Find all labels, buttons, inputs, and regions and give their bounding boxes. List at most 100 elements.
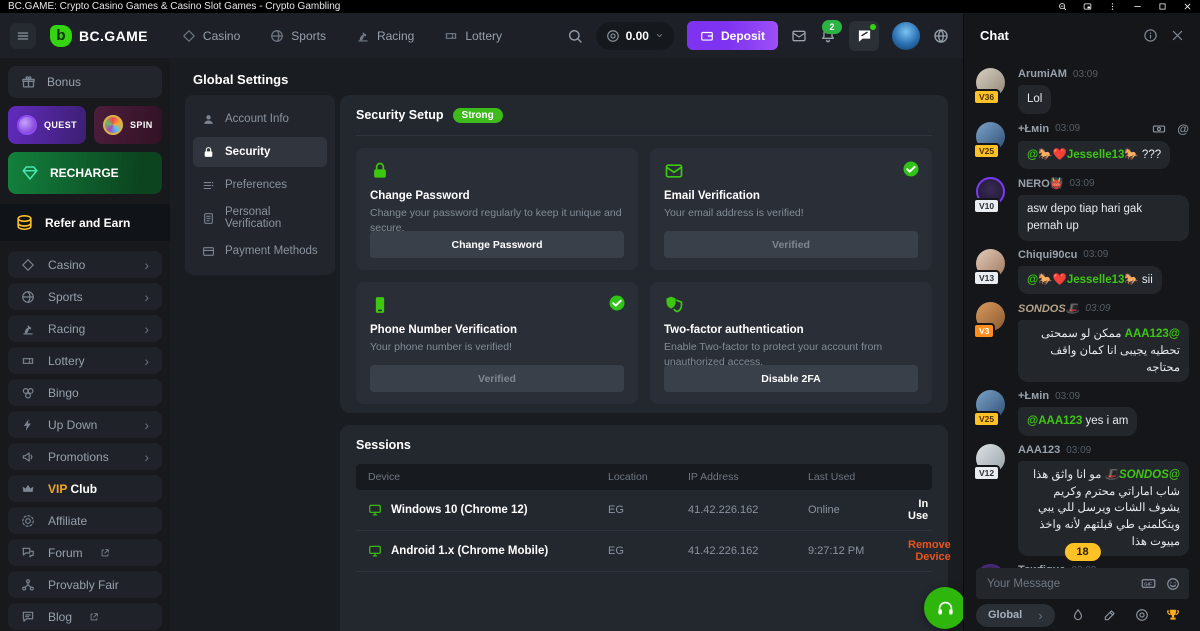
sidebar-item-bingo[interactable]: Bingo [8, 379, 162, 406]
mention-at-icon[interactable]: @ [1177, 122, 1189, 136]
chat-username[interactable]: Chiqui90cu 03:09 [1018, 249, 1189, 261]
settings-tab-personal-verification[interactable]: Personal Verification [193, 203, 327, 233]
live-support-button[interactable] [924, 587, 963, 629]
chevron-right-icon: › [144, 322, 149, 336]
ball-icon [21, 290, 35, 304]
chat-username[interactable]: ArumiAM 03:09 [1018, 68, 1189, 80]
nav-lottery[interactable]: Lottery [444, 29, 502, 43]
chat-username[interactable]: AAA123 03:09 [1018, 444, 1189, 456]
change-password-button[interactable]: Change Password [370, 231, 624, 258]
refer-and-earn[interactable]: Refer and Earn [0, 204, 170, 241]
chat-bubble-icon [857, 28, 872, 43]
spin-tile[interactable]: SPIN [94, 106, 162, 144]
vip-level-badge: V13 [973, 270, 1000, 286]
online-dot [870, 24, 876, 30]
bcgame-logo[interactable]: b BC.GAME [50, 25, 148, 47]
coin-icon[interactable] [1135, 608, 1149, 622]
pencil-icon[interactable] [1103, 608, 1117, 622]
session-row: Android 1.x (Chrome Mobile) EG 41.42.226… [356, 531, 932, 572]
chat-username[interactable]: +Łмin 03:09 [1018, 390, 1189, 402]
settings-tab-account-info[interactable]: Account Info [193, 104, 327, 134]
search-icon[interactable] [567, 28, 583, 44]
deposit-button[interactable]: Deposit [687, 21, 778, 50]
browser-menu-icon[interactable] [1108, 2, 1117, 11]
window-title: BC.GAME: Crypto Casino Games & Casino Sl… [8, 1, 1058, 12]
chat-info-icon[interactable] [1143, 28, 1158, 43]
vip-level-badge: V12 [973, 465, 1000, 481]
user-avatar[interactable] [892, 22, 920, 50]
disable-2fa-button[interactable]: Disable 2FA [664, 365, 918, 392]
remove-device-button[interactable]: Remove Device [908, 539, 951, 563]
vip-level-badge: V25 [973, 143, 1000, 159]
emoji-icon[interactable] [1166, 577, 1180, 591]
rain-drop-icon[interactable] [1071, 608, 1085, 622]
sidebar-item-blog[interactable]: Blog [8, 603, 162, 630]
sidebar-item-affiliate[interactable]: Affiliate [8, 507, 162, 534]
chat-bubble: asw depo tiap hari gak pernah up [1018, 195, 1189, 240]
col-location: Location [608, 471, 688, 483]
chevron-right-icon: › [144, 290, 149, 304]
ticket-icon [444, 29, 458, 43]
notifications-button[interactable]: 2 [820, 27, 836, 45]
email-verification-card: Email Verification Your email address is… [650, 148, 932, 270]
settings-tab-preferences[interactable]: Preferences [193, 170, 327, 200]
external-link-icon [89, 610, 99, 624]
chat-username[interactable]: +Łмin 03:09 @ [1018, 122, 1189, 136]
bingo-balls-icon [21, 386, 35, 400]
nav-racing[interactable]: Racing [356, 29, 414, 43]
page-title: Global Settings [193, 72, 288, 87]
settings-tab-security[interactable]: Security [193, 137, 327, 167]
mail-icon[interactable] [791, 28, 807, 44]
sidebar-item-promotions[interactable]: Promotions › [8, 443, 162, 470]
phone-verified-button[interactable]: Verified [370, 365, 624, 392]
language-globe-icon[interactable] [933, 28, 949, 44]
quest-tile[interactable]: QUEST [8, 106, 86, 144]
chat-message-input[interactable] [985, 577, 1131, 591]
email-verified-button[interactable]: Verified [664, 231, 918, 258]
unread-count-pill[interactable]: 18 [1064, 543, 1100, 561]
balance-selector[interactable]: 0.00 [596, 22, 674, 50]
picture-in-picture-icon[interactable] [1083, 2, 1092, 11]
gif-icon[interactable] [1139, 576, 1158, 591]
sidebar-item-forum[interactable]: Forum [8, 539, 162, 566]
chat-username[interactable]: SONDOS🎩 03:09 [1018, 302, 1189, 315]
minimize-icon[interactable] [1133, 2, 1142, 11]
close-window-icon[interactable] [1183, 2, 1192, 11]
card-description: Your phone number is verified! [370, 340, 624, 355]
recharge-banner[interactable]: RECHARGE [8, 152, 162, 194]
nav-sports[interactable]: Sports [270, 29, 326, 43]
trophy-icon[interactable] [1166, 608, 1180, 622]
coin-icon [606, 29, 620, 43]
strength-badge: Strong [453, 108, 503, 123]
sidebar-item-provably-fair[interactable]: Provably Fair [8, 571, 162, 598]
chat-message: V36 ArumiAM 03:09 Lol [976, 68, 1189, 114]
chat-toggle-button[interactable] [849, 21, 879, 51]
sidebar-item-lottery[interactable]: Lottery › [8, 347, 162, 374]
zoom-out-icon[interactable] [1058, 2, 1067, 11]
sidebar-item-casino[interactable]: Casino › [8, 251, 162, 278]
sidebar-item-sports[interactable]: Sports › [8, 283, 162, 310]
location-cell: EG [608, 504, 688, 516]
maximize-icon[interactable] [1158, 2, 1167, 11]
sidebar-item-vip-club[interactable]: VIP Club [8, 475, 162, 502]
monitor-icon [368, 544, 382, 558]
monitor-icon [368, 503, 382, 517]
sidebar-toggle-button[interactable] [10, 23, 36, 49]
window-controls [1058, 2, 1192, 11]
sidebar-item-racing[interactable]: Racing › [8, 315, 162, 342]
sidebar-item-bonus[interactable]: Bonus [8, 66, 162, 98]
tip-money-icon[interactable] [1152, 122, 1166, 136]
vip-level-badge: V10 [973, 198, 1000, 214]
sidebar-item-updown[interactable]: Up Down › [8, 411, 162, 438]
chat-close-icon[interactable] [1170, 28, 1185, 43]
session-row: Windows 10 (Chrome 12) EG 41.42.226.162 … [356, 490, 932, 531]
settings-tab-payment-methods[interactable]: Payment Methods [193, 236, 327, 266]
chat-username[interactable]: NERO👹 03:09 [1018, 177, 1189, 190]
chat-channel-selector[interactable]: Global › [976, 604, 1055, 627]
nav-casino[interactable]: Casino [182, 29, 240, 43]
chevron-right-icon: › [144, 450, 149, 464]
chevron-right-icon: › [1038, 608, 1042, 623]
chat-timestamp: 03:09 [1055, 391, 1080, 402]
check-circle-icon [902, 160, 920, 178]
crown-icon [21, 482, 35, 496]
